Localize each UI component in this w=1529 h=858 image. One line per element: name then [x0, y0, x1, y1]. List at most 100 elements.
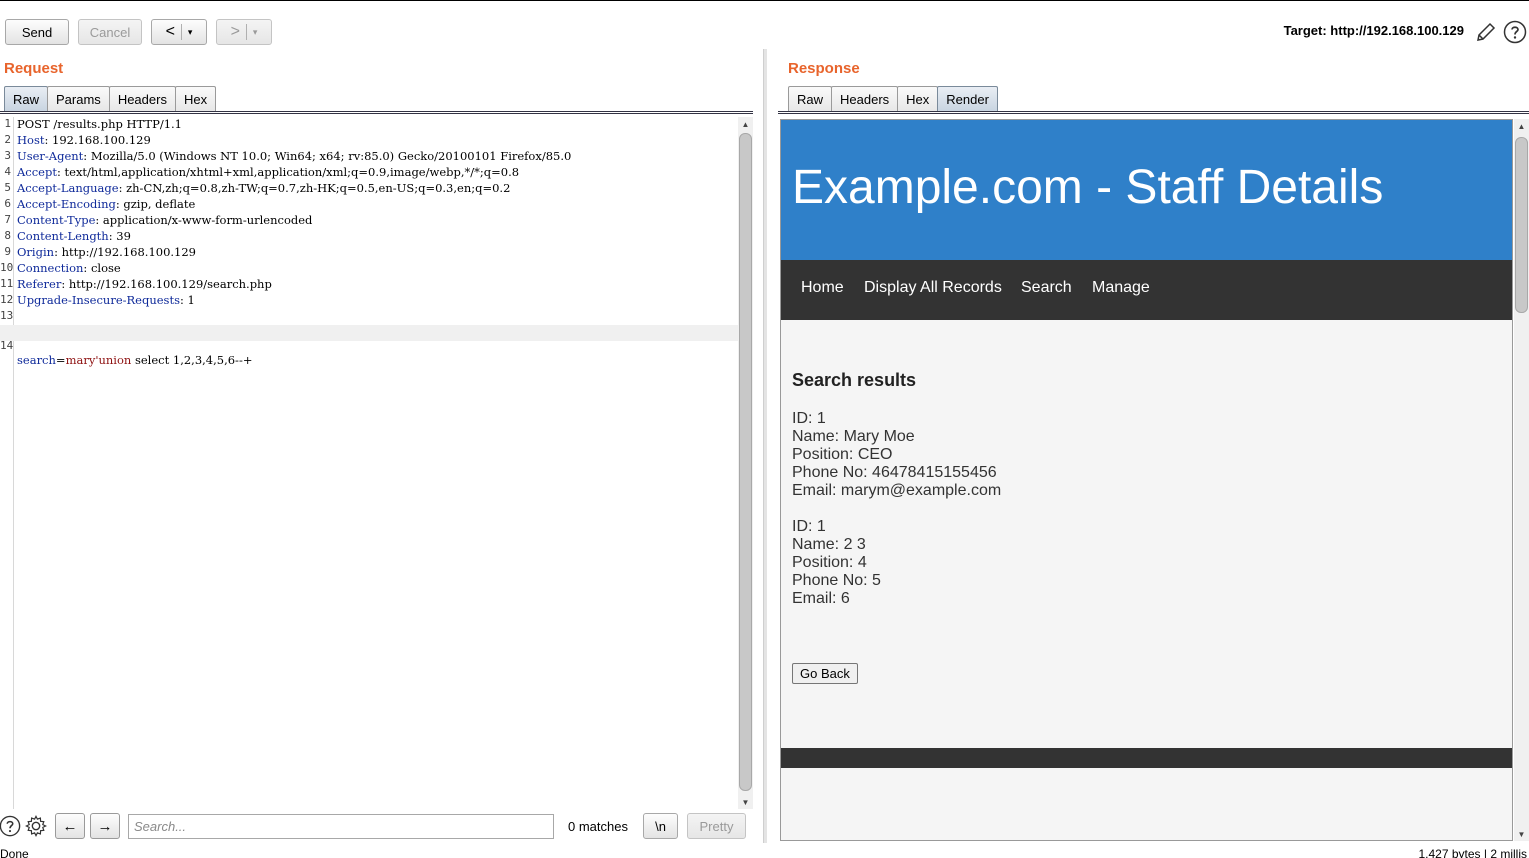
header-value: Mozilla/5.0 (Windows NT 10.0; Win64; x64…: [87, 149, 572, 163]
header-key: Accept-Language: [17, 181, 119, 195]
line-number: 8: [4, 229, 11, 242]
tab-headers[interactable]: Headers: [108, 86, 176, 112]
send-button[interactable]: Send: [5, 19, 69, 45]
header-key: Content-Type: [17, 213, 96, 227]
record-phone: Phone No: 5: [792, 572, 881, 589]
edit-pencil-icon[interactable]: [1474, 20, 1498, 44]
tab-hex[interactable]: Hex: [897, 86, 939, 112]
request-line[interactable]: 9 Origin: http://192.168.100.129: [0, 245, 738, 261]
request-line-code: User-Agent: Mozilla/5.0 (Windows NT 10.0…: [17, 149, 571, 163]
help-icon[interactable]: [1503, 20, 1527, 44]
search-input[interactable]: [128, 814, 554, 839]
request-line[interactable]: 4 Accept: text/html,application/xhtml+xml…: [0, 165, 738, 181]
tab-hex[interactable]: Hex: [174, 86, 217, 112]
button-separator: [245, 24, 247, 40]
response-tabs: Raw Headers Hex Render: [788, 85, 998, 113]
gear-icon[interactable]: [25, 815, 47, 837]
request-line-code: Accept-Encoding: gzip, deflate: [17, 197, 195, 211]
record-name: Name: 2 3: [792, 536, 866, 553]
header-value: zh-CN,zh;q=0.8,zh-TW;q=0.7,zh-HK;q=0.5,e…: [122, 181, 511, 195]
history-forward-button[interactable]: > ▾: [216, 19, 272, 45]
search-previous-button[interactable]: ←: [55, 813, 85, 839]
record-block: ID: 1 Name: 2 3 Position: 4 Phone No: 5 …: [792, 518, 881, 608]
request-line-code: Referer: http://192.168.100.129/search.p…: [17, 277, 272, 291]
request-line[interactable]: 7 Content-Type: application/x-www-form-ur…: [0, 213, 738, 229]
request-line[interactable]: 2 Host: 192.168.100.129: [0, 133, 738, 149]
panel-splitter[interactable]: [763, 49, 767, 843]
line-number: 12: [0, 293, 14, 306]
request-line-code: Connection: close: [17, 261, 121, 275]
tab-raw[interactable]: Raw: [788, 86, 833, 112]
nav-display-all-link[interactable]: Display All Records: [864, 279, 1002, 297]
scroll-down-icon[interactable]: ▼: [738, 795, 753, 809]
tab-raw[interactable]: Raw: [4, 86, 49, 112]
request-line[interactable]: 5 Accept-Language: zh-CN,zh;q=0.8,zh-TW;q…: [0, 181, 738, 197]
tab-headers[interactable]: Headers: [831, 86, 899, 112]
tab-params[interactable]: Params: [47, 86, 110, 112]
line-number: 6: [4, 197, 11, 210]
scroll-down-icon[interactable]: ▼: [1514, 827, 1529, 841]
go-back-button[interactable]: Go Back: [792, 663, 858, 684]
scroll-up-icon[interactable]: ▲: [1514, 119, 1529, 133]
request-line[interactable]: 10 Connection: close: [0, 261, 738, 277]
header-value: 1: [183, 293, 195, 307]
tab-underline: [0, 111, 753, 114]
page-heading: Example.com - Staff Details: [792, 161, 1384, 214]
scroll-up-icon[interactable]: ▲: [738, 117, 753, 131]
newline-toggle-button[interactable]: \n: [643, 813, 678, 839]
rendered-page: Example.com - Staff Details Home Display…: [780, 119, 1513, 841]
request-line-code: Content-Length: 39: [17, 229, 131, 243]
scroll-thumb[interactable]: [739, 133, 752, 791]
request-line[interactable]: 1 POST /results.php HTTP/1.1: [0, 117, 738, 133]
request-line[interactable]: 3 User-Agent: Mozilla/5.0 (Windows NT 10.…: [0, 149, 738, 165]
request-scrollbar[interactable]: ▲ ▼: [738, 117, 753, 809]
page-footer: [781, 748, 1512, 768]
request-line-code: Accept-Language: zh-CN,zh;q=0.8,zh-TW;q=…: [17, 181, 510, 195]
line-number: 13: [0, 309, 14, 322]
record-email: Email: marym@example.com: [792, 482, 1002, 499]
nav-home-link[interactable]: Home: [801, 279, 844, 297]
record-position: Position: CEO: [792, 446, 893, 463]
line-number: 10: [0, 261, 14, 274]
header-value: gzip, deflate: [119, 197, 196, 211]
record-id: ID: 1: [792, 410, 826, 427]
request-line[interactable]: 8 Content-Length: 39: [0, 229, 738, 245]
header-value: close: [87, 261, 121, 275]
request-line-text: POST /results.php HTTP/1.1: [17, 117, 182, 131]
request-editor[interactable]: 1 POST /results.php HTTP/1.1 2 Host: 192.16…: [0, 117, 738, 809]
line-number: 9: [4, 245, 11, 258]
help-icon[interactable]: [0, 815, 21, 837]
line-number: 3: [4, 149, 11, 162]
arrow-right-icon: →: [97, 817, 113, 835]
request-line[interactable]: 11 Referer: http://192.168.100.129/search…: [0, 277, 738, 293]
response-scrollbar[interactable]: ▲ ▼: [1514, 119, 1529, 841]
record-email: Email: 6: [792, 590, 850, 607]
header-value: 192.168.100.129: [48, 133, 151, 147]
request-line[interactable]: 6 Accept-Encoding: gzip, deflate: [0, 197, 738, 213]
search-bar: ← → 0 matches \n Pretty: [0, 811, 760, 841]
nav-manage-link[interactable]: Manage: [1092, 279, 1150, 297]
target-label: Target: http://192.168.100.129: [1283, 23, 1464, 38]
back-arrow-icon: <: [165, 23, 175, 40]
history-back-button[interactable]: < ▾: [151, 19, 207, 45]
search-next-button[interactable]: →: [90, 813, 120, 839]
nav-search-link[interactable]: Search: [1021, 279, 1072, 297]
header-value: 39: [112, 229, 131, 243]
param-rest: select 1,2,3,4,5,6--+: [131, 353, 253, 367]
request-body-line[interactable]: 14 search=mary'union select 1,2,3,4,5,6-…: [0, 325, 738, 367]
header-key: User-Agent: [17, 149, 84, 163]
status-text: Done: [0, 847, 29, 858]
request-line[interactable]: 12 Upgrade-Insecure-Requests: 1: [0, 293, 738, 309]
request-line[interactable]: 13: [0, 309, 738, 325]
record-name: Name: Mary Moe: [792, 428, 915, 445]
pretty-button[interactable]: Pretty: [687, 813, 746, 839]
record-id: ID: 1: [792, 518, 826, 535]
header-key: Connection: [17, 261, 84, 275]
scroll-thumb[interactable]: [1515, 137, 1528, 313]
chevron-down-icon: ▾: [187, 26, 193, 37]
tab-render[interactable]: Render: [937, 86, 998, 112]
results-title: Search results: [792, 370, 917, 390]
param-value: mary'union: [65, 353, 132, 367]
request-line-code: Origin: http://192.168.100.129: [17, 245, 196, 259]
cancel-button[interactable]: Cancel: [78, 19, 142, 45]
